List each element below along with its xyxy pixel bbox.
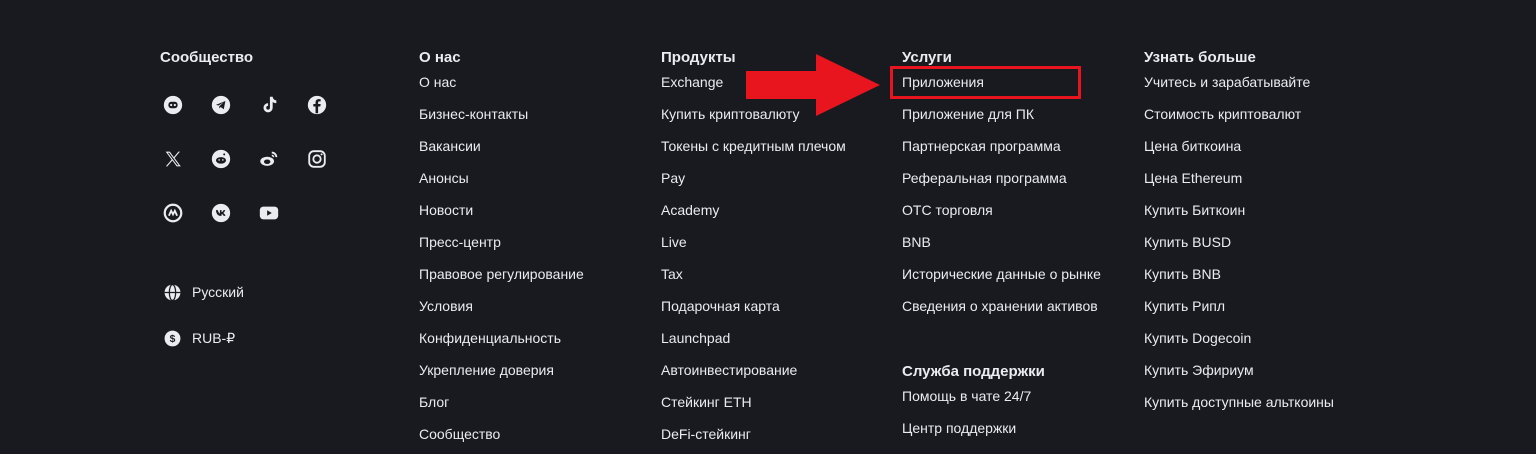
discord-icon[interactable] [160, 92, 186, 118]
reddit-icon[interactable] [208, 146, 234, 172]
youtube-icon[interactable] [256, 200, 282, 226]
annotation-highlight-box [890, 66, 1081, 99]
footer-link[interactable]: Подарочная карта [661, 294, 846, 326]
social-icons [160, 92, 352, 254]
footer-link[interactable]: Блог [419, 390, 584, 422]
footer-link[interactable]: Сообщество [419, 422, 584, 454]
footer-link[interactable]: Учитесь и зарабатывайте [1144, 70, 1334, 102]
weibo-icon[interactable] [256, 146, 282, 172]
footer-link[interactable]: Цена биткоина [1144, 134, 1334, 166]
column-title: Услуги [902, 49, 952, 66]
link-list: О нас Бизнес-контакты Вакансии Анонсы Но… [419, 70, 584, 454]
footer-link[interactable]: BNB [902, 230, 1101, 262]
footer-link[interactable]: Купить BNB [1144, 262, 1334, 294]
social-row [160, 146, 352, 172]
footer-link[interactable]: Анонсы [419, 166, 584, 198]
facebook-icon[interactable] [304, 92, 330, 118]
footer-column-services: Услуги Приложения Приложение для ПК Парт… [902, 48, 1101, 448]
footer-column-about: О нас О нас Бизнес-контакты Вакансии Ано… [419, 48, 584, 454]
language-label: Русский [192, 284, 244, 300]
x-icon[interactable] [160, 146, 186, 172]
social-row [160, 200, 352, 226]
arrow-shape [746, 54, 880, 116]
footer-link[interactable]: Купить Биткоин [1144, 198, 1334, 230]
footer-link[interactable]: Launchpad [661, 326, 846, 358]
footer-link[interactable]: Исторические данные о рынке [902, 262, 1101, 294]
footer-link[interactable]: Пресс-центр [419, 230, 584, 262]
annotation-arrow [746, 54, 880, 116]
footer-link[interactable]: Academy [661, 198, 846, 230]
footer-link[interactable]: OTC торговля [902, 198, 1101, 230]
footer-link[interactable]: Купить Рипл [1144, 294, 1334, 326]
footer-link[interactable]: Сведения о хранении активов [902, 294, 1101, 326]
footer-column-learn-more: Узнать больше Учитесь и зарабатывайте Ст… [1144, 48, 1334, 422]
footer-link[interactable]: Токены с кредитным плечом [661, 134, 846, 166]
currency-selector[interactable]: $ RUB-₽ [162, 328, 235, 348]
footer-link[interactable]: Купить Эфириум [1144, 358, 1334, 390]
social-row [160, 92, 352, 118]
telegram-icon[interactable] [208, 92, 234, 118]
dollar-icon: $ [162, 328, 182, 348]
footer-link[interactable]: Реферальная программа [902, 166, 1101, 198]
footer-link[interactable]: Помощь в чате 24/7 [902, 384, 1101, 416]
footer-link[interactable]: Партнерская программа [902, 134, 1101, 166]
footer-link[interactable]: DeFi-стейкинг [661, 422, 846, 454]
footer-link[interactable]: Купить BUSD [1144, 230, 1334, 262]
footer-link[interactable]: Укрепление доверия [419, 358, 584, 390]
language-selector[interactable]: Русский [162, 282, 244, 302]
tiktok-icon[interactable] [256, 92, 282, 118]
column-title: О нас [419, 49, 461, 66]
footer-link[interactable]: Автоинвестирование [661, 358, 846, 390]
footer-link[interactable]: Купить доступные альткоины [1144, 390, 1334, 422]
community-title: Сообщество [160, 49, 254, 66]
footer-link[interactable]: Условия [419, 294, 584, 326]
footer-link[interactable]: Центр поддержки [902, 416, 1101, 448]
globe-icon [162, 282, 182, 302]
footer-link[interactable]: Приложение для ПК [902, 102, 1101, 134]
footer-link[interactable]: О нас [419, 70, 584, 102]
instagram-icon[interactable] [304, 146, 330, 172]
footer-link[interactable]: Цена Ethereum [1144, 166, 1334, 198]
support-title: Служба поддержки [902, 363, 1045, 380]
footer-link[interactable]: Стейкинг ETH [661, 390, 846, 422]
footer-link[interactable]: Стоимость криптовалют [1144, 102, 1334, 134]
link-list: Приложения Приложение для ПК Партнерская… [902, 70, 1101, 326]
footer-link[interactable]: Конфиденциальность [419, 326, 584, 358]
link-list: Exchange Купить криптовалюту Токены с кр… [661, 70, 846, 454]
link-list: Учитесь и зарабатывайте Стоимость крипто… [1144, 70, 1334, 422]
column-title: Узнать больше [1144, 49, 1256, 66]
support-link-list: Помощь в чате 24/7 Центр поддержки [902, 384, 1101, 448]
currency-label: RUB-₽ [192, 329, 236, 346]
footer-link[interactable]: Tax [661, 262, 846, 294]
coinmarketcap-icon[interactable] [160, 200, 186, 226]
vk-icon[interactable] [208, 200, 234, 226]
footer-link[interactable]: Бизнес-контакты [419, 102, 584, 134]
footer-link[interactable]: Вакансии [419, 134, 584, 166]
svg-text:$: $ [169, 334, 175, 345]
footer-link[interactable]: Купить Dogecoin [1144, 326, 1334, 358]
footer-link[interactable]: Pay [661, 166, 846, 198]
footer-link[interactable]: Live [661, 230, 846, 262]
footer-link[interactable]: Новости [419, 198, 584, 230]
footer-link[interactable]: Правовое регулирование [419, 262, 584, 294]
